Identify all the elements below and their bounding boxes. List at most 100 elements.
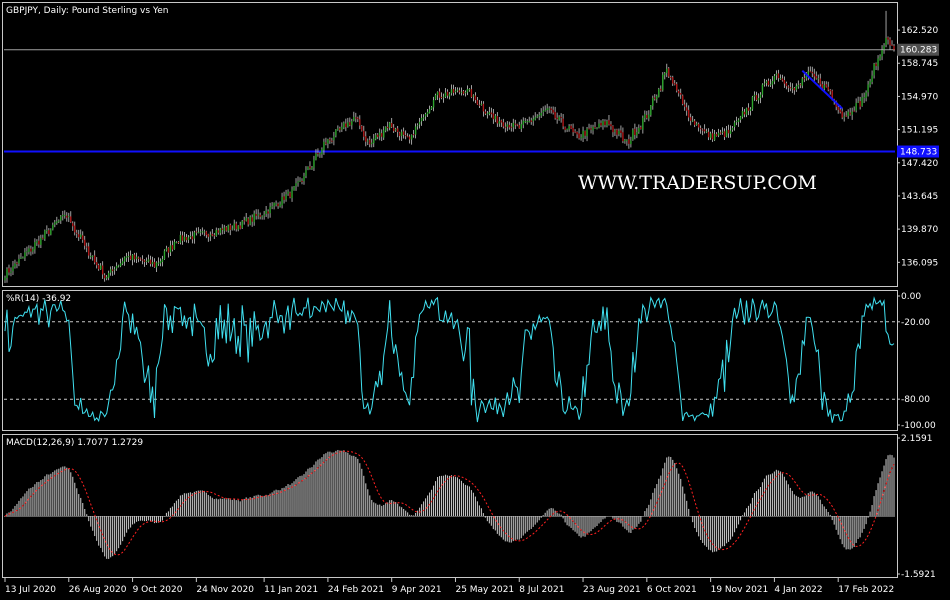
- candle-body: [309, 166, 311, 169]
- wpr-tick-label: -100.00: [901, 421, 936, 431]
- candle-body: [783, 80, 786, 84]
- candle-body: [795, 85, 798, 90]
- candle-body: [494, 115, 497, 120]
- candle-body: [62, 214, 64, 217]
- candle-body: [76, 232, 78, 234]
- candle-body: [779, 78, 782, 80]
- candle-body: [109, 269, 112, 273]
- candle-body: [626, 139, 628, 141]
- time-tick-label: 24 Feb 2021: [328, 585, 384, 595]
- candle-body: [193, 232, 196, 239]
- candle-body: [387, 126, 389, 129]
- candle-body: [52, 224, 54, 230]
- candle-body: [173, 241, 176, 250]
- candle-body: [735, 121, 738, 123]
- candle-body: [64, 214, 66, 216]
- candle-body: [333, 136, 335, 141]
- candle-body: [281, 196, 283, 206]
- candle-body: [853, 110, 855, 112]
- candle-body: [36, 240, 38, 243]
- candle-body: [699, 128, 702, 130]
- candle-body: [532, 118, 534, 122]
- candle-body: [454, 90, 457, 93]
- candle-body: [604, 121, 606, 126]
- candle-body: [151, 262, 154, 265]
- candle-body: [375, 135, 377, 140]
- candle-body: [135, 256, 138, 259]
- candle-body: [257, 214, 259, 216]
- trading-chart[interactable]: 162.520 158.745 154.970 151.195 147.420 143.6…: [0, 0, 950, 600]
- candle-body: [313, 159, 315, 168]
- candle-body: [8, 268, 10, 273]
- candle-body: [797, 84, 800, 87]
- candle-body: [157, 262, 160, 264]
- candle-body: [837, 106, 839, 110]
- candle-body: [410, 134, 413, 140]
- candle-body: [843, 116, 845, 118]
- candle-body: [520, 124, 522, 129]
- candle-body: [476, 100, 479, 105]
- candle-body: [56, 221, 58, 224]
- price-chart-title: GBPJPY, Daily: Pound Sterling vs Yen: [6, 6, 168, 16]
- candle-body: [269, 206, 271, 214]
- candle-body: [707, 131, 710, 138]
- candle-body: [165, 248, 168, 251]
- candle-body: [636, 132, 638, 136]
- candle-body: [389, 122, 391, 128]
- time-tick-label: 6 Oct 2021: [647, 585, 697, 595]
- candle-body: [512, 122, 514, 128]
- candle-body: [859, 101, 861, 107]
- candle-body: [524, 121, 526, 123]
- candle-body: [171, 245, 174, 250]
- candle-body: [223, 227, 225, 231]
- candle-body: [199, 231, 202, 233]
- candle-body: [78, 234, 80, 238]
- candle-body: [145, 260, 148, 262]
- candle-body: [508, 124, 510, 128]
- candle-body: [861, 97, 863, 107]
- candle-body: [97, 265, 100, 270]
- candle-body: [452, 89, 455, 93]
- candle-body: [793, 87, 796, 91]
- candle-body: [572, 127, 574, 133]
- candle-body: [709, 133, 712, 138]
- candle-body: [167, 247, 170, 253]
- candle-body: [307, 166, 309, 170]
- candle-body: [46, 229, 48, 231]
- candle-body: [620, 130, 622, 133]
- candle-body: [129, 255, 132, 260]
- candle-body: [369, 140, 371, 145]
- candle-body: [40, 238, 42, 245]
- candle-body: [552, 109, 554, 113]
- candle-body: [482, 103, 485, 112]
- candle-body: [811, 71, 813, 74]
- candle-body: [576, 131, 578, 135]
- time-tick-label: 17 Feb 2022: [838, 585, 894, 595]
- candle-body: [757, 97, 760, 101]
- candle-body: [566, 129, 568, 131]
- candle-body: [72, 223, 74, 227]
- candle-body: [115, 265, 118, 269]
- candle-body: [642, 117, 644, 130]
- candle-body: [241, 220, 243, 228]
- candle-body: [275, 203, 277, 205]
- candle-body: [404, 135, 407, 137]
- candle-body: [235, 223, 237, 230]
- candle-body: [345, 123, 347, 128]
- candle-body: [251, 217, 253, 222]
- candle-body: [84, 239, 86, 246]
- candle-body: [189, 236, 192, 238]
- candle-body: [761, 84, 764, 95]
- candle-body: [32, 249, 34, 252]
- candle-body: [470, 89, 473, 98]
- candle-body: [670, 77, 672, 79]
- candle-body: [305, 170, 307, 177]
- candle-body: [588, 128, 590, 130]
- time-tick-label: 19 Nov 2021: [711, 585, 769, 595]
- candle-body: [10, 271, 12, 273]
- candle-body: [179, 234, 182, 243]
- candle-body: [92, 255, 94, 257]
- candle-body: [107, 272, 110, 278]
- candle-body: [684, 104, 686, 107]
- candle-body: [253, 213, 255, 223]
